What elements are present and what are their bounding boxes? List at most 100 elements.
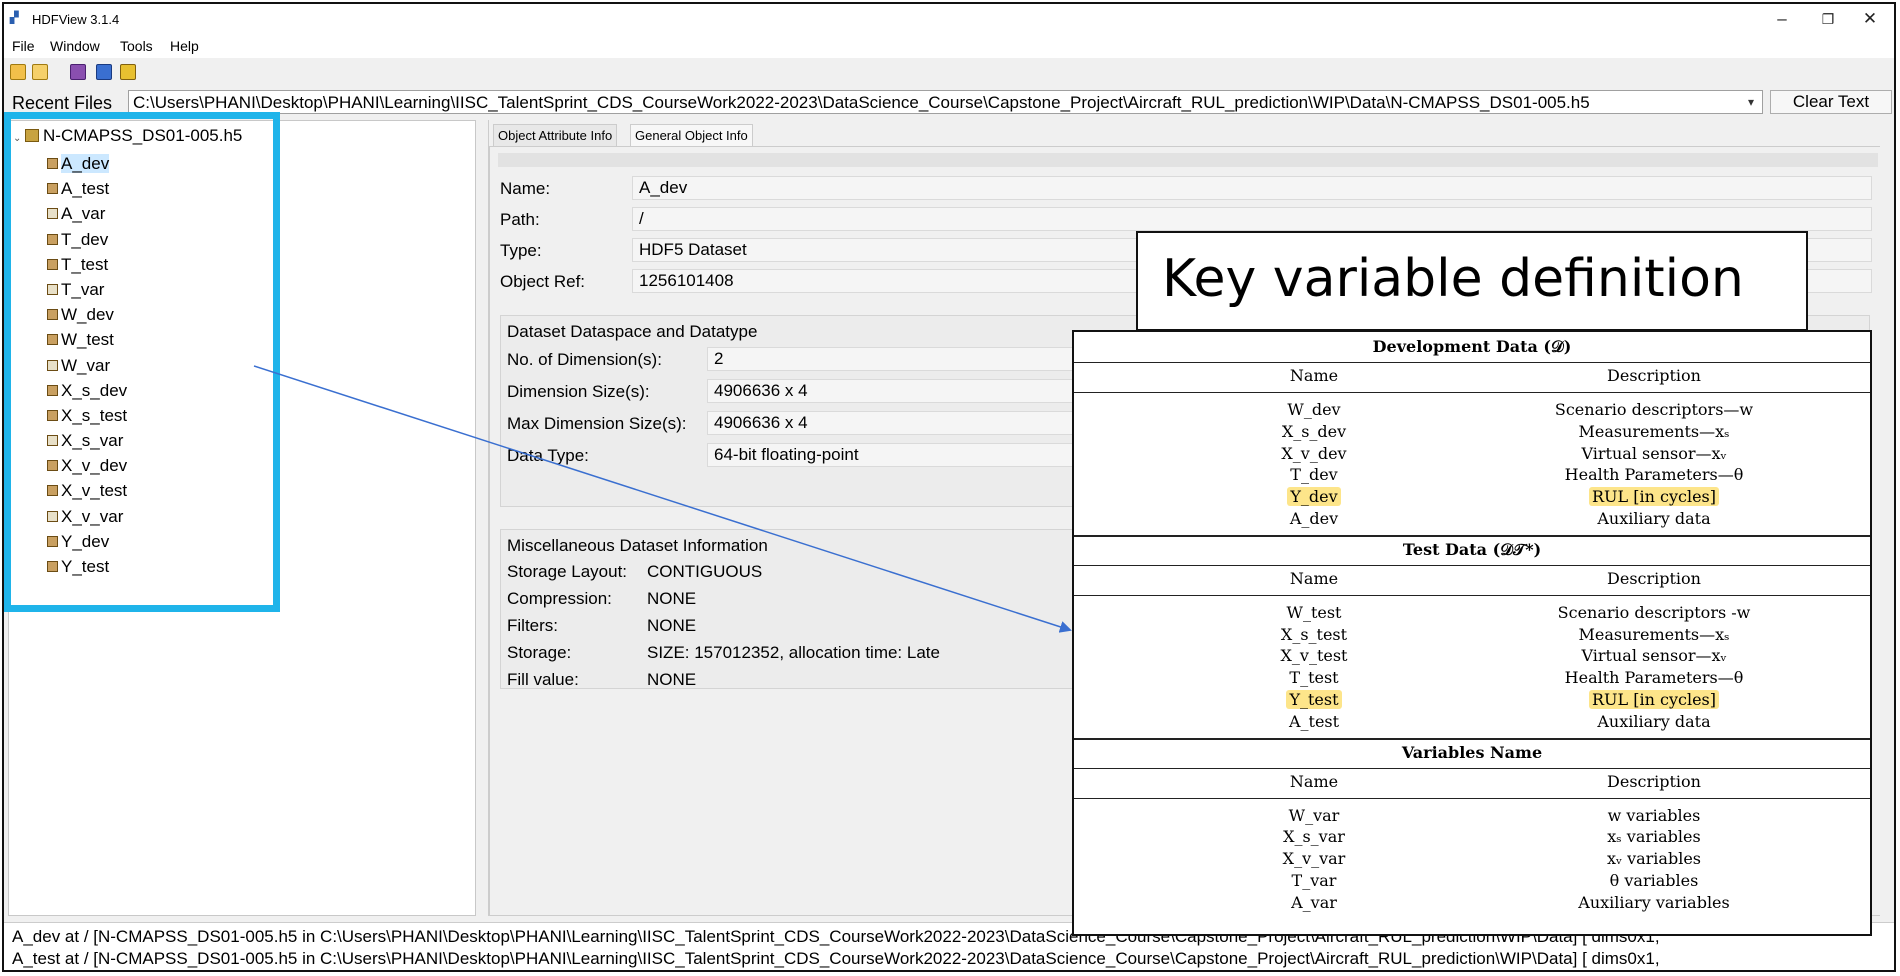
col-header-name: Name <box>1289 366 1339 385</box>
tree-root-file[interactable]: ⌄ N-CMAPSS_DS01-005.h5 <box>13 125 242 147</box>
table-row-name: A_test <box>1288 711 1340 731</box>
tree-item[interactable]: Y_dev <box>47 529 287 554</box>
tree-item[interactable]: A_var <box>47 201 287 226</box>
tree-item[interactable]: T_var <box>47 277 287 302</box>
tree-item-label: X_v_var <box>61 506 124 526</box>
table-row-description: Scenario descriptors—w <box>1554 400 1754 419</box>
hdf4-icon[interactable] <box>96 64 112 80</box>
col-header-name: Name <box>1289 568 1339 588</box>
table-row-description: RUL [in cycles] <box>1504 487 1804 507</box>
tree-item[interactable]: X_s_var <box>47 428 287 453</box>
data-type-label: Data Type: <box>507 446 589 465</box>
tree-item[interactable]: T_dev <box>47 227 287 252</box>
section-title: Variables Name <box>1401 742 1543 762</box>
dataset-icon <box>47 510 58 522</box>
open-folder-icon[interactable] <box>32 64 48 80</box>
tree-item-label: X_s_var <box>61 431 124 451</box>
table-row-description: Auxiliary data <box>1597 711 1711 731</box>
max-dimension-size-label: Max Dimension Size(s): <box>507 414 687 433</box>
dataset-icon <box>47 485 58 497</box>
close-button[interactable]: ✕ <box>1850 6 1890 32</box>
callout-title: Key variable definition <box>1162 249 1744 309</box>
misc-title: Miscellaneous Dataset Information <box>507 536 768 555</box>
tab-object-attribute-info[interactable]: Object Attribute Info <box>493 124 618 147</box>
filters-label: Filters: <box>507 616 558 635</box>
recent-files-bar: Recent Files C:\Users\PHANI\Desktop\PHAN… <box>4 88 1894 116</box>
section-title: Test Data (𝒟𝒯*) <box>1402 539 1542 559</box>
chevron-down-icon[interactable]: ▾ <box>1742 92 1760 112</box>
recent-file-path: C:\Users\PHANI\Desktop\PHANI\Learning\II… <box>133 93 1590 112</box>
tree-item[interactable]: X_s_dev <box>47 378 287 403</box>
rule <box>1074 767 1870 769</box>
hdf5-icon[interactable] <box>120 64 136 80</box>
menu-bar: File Window Tools Help <box>4 34 1894 58</box>
table-row-name: T_var <box>1291 871 1337 890</box>
table-row-name: X_s_var <box>1283 827 1345 847</box>
tree-item[interactable]: W_test <box>47 327 287 352</box>
dataspace-title: Dataset Dataspace and Datatype <box>507 322 758 341</box>
tree-item[interactable]: T_test <box>47 252 287 277</box>
maximize-button[interactable]: ❐ <box>1808 6 1848 32</box>
tree-item-label: T_var <box>61 279 105 299</box>
dataset-icon <box>47 258 58 270</box>
fill-value-label: Fill value: <box>507 670 579 689</box>
menu-window[interactable]: Window <box>50 38 100 54</box>
tree-item-label: A_var <box>61 204 106 224</box>
table-row-description: Health Parameters—θ <box>1564 465 1744 485</box>
path-field[interactable]: / <box>632 207 1872 231</box>
table-row-description: xᵥ variables <box>1607 849 1701 869</box>
tree-item[interactable]: W_dev <box>47 302 287 327</box>
dataset-icon <box>47 309 58 321</box>
title-bar: ▞ HDFView 3.1.4 – ❐ ✕ <box>4 4 1894 34</box>
clear-text-button[interactable]: Clear Text <box>1770 90 1892 114</box>
table-row-description: RUL [in cycles] <box>1504 690 1804 709</box>
tree-item[interactable]: X_v_dev <box>47 453 287 478</box>
dataset-icon <box>47 233 58 245</box>
tree-item[interactable]: A_test <box>47 176 287 201</box>
collapse-arrow-icon[interactable]: ⌄ <box>13 128 25 150</box>
col-header-description: Description <box>1607 366 1701 385</box>
table-row-description: θ variables <box>1609 871 1699 890</box>
menu-tools[interactable]: Tools <box>120 38 153 54</box>
storage-layout-label: Storage Layout: <box>507 562 628 581</box>
library-icon[interactable] <box>70 64 86 80</box>
recent-files-combo[interactable]: C:\Users\PHANI\Desktop\PHANI\Learning\II… <box>128 90 1763 114</box>
tree-item-label: A_dev <box>61 154 110 173</box>
rule <box>1074 797 1870 799</box>
tree-item[interactable]: W_var <box>47 353 287 378</box>
tree-panel: ⌄ N-CMAPSS_DS01-005.h5 A_dev A_test A_var T_… <box>8 120 476 916</box>
table-row-name: W_dev <box>1287 400 1341 419</box>
name-field[interactable]: A_dev <box>632 176 1872 200</box>
dataset-icon <box>47 208 58 220</box>
tree-item[interactable]: X_s_test <box>47 403 287 428</box>
table-row-description: Virtual sensor—xᵥ <box>1581 443 1727 463</box>
table-row-name: W_test <box>1286 602 1342 622</box>
menu-file[interactable]: File <box>12 38 35 54</box>
table-row-name: T_dev <box>1290 465 1338 485</box>
variable-definition-table: Development Data (𝒟) Name Description W_dev… <box>1072 330 1872 936</box>
vertical-scrollbar[interactable] <box>1880 120 1894 916</box>
menu-help[interactable]: Help <box>170 38 199 54</box>
tree-item[interactable]: X_v_var <box>47 504 287 529</box>
tree-item-label: W_dev <box>61 305 114 325</box>
name-label: Name: <box>500 179 551 198</box>
filters-value: NONE <box>647 616 697 635</box>
tree-item[interactable]: Y_test <box>47 554 287 579</box>
tree-item[interactable]: A_dev <box>47 151 287 176</box>
tree-item[interactable]: X_v_test <box>47 478 287 503</box>
storage-value: SIZE: 157012352, allocation time: Late <box>647 643 940 662</box>
rule <box>1074 362 1870 363</box>
table-row-description: Scenario descriptors -w <box>1557 602 1751 622</box>
table-row-description: Health Parameters—θ <box>1564 668 1744 688</box>
dataset-icon <box>47 384 58 396</box>
dataset-icon <box>47 283 58 295</box>
minimize-button[interactable]: – <box>1762 6 1802 32</box>
recent-files-label: Recent Files <box>12 93 113 113</box>
dimensions-label: No. of Dimension(s): <box>507 350 662 369</box>
dimension-size-label: Dimension Size(s): <box>507 382 650 401</box>
open-file-icon[interactable] <box>10 64 26 80</box>
tree-item-label: T_dev <box>61 229 109 249</box>
h5-file-icon <box>25 129 39 142</box>
tree-item-label: X_v_test <box>61 481 128 501</box>
tab-general-object-info[interactable]: General Object Info <box>630 124 753 147</box>
